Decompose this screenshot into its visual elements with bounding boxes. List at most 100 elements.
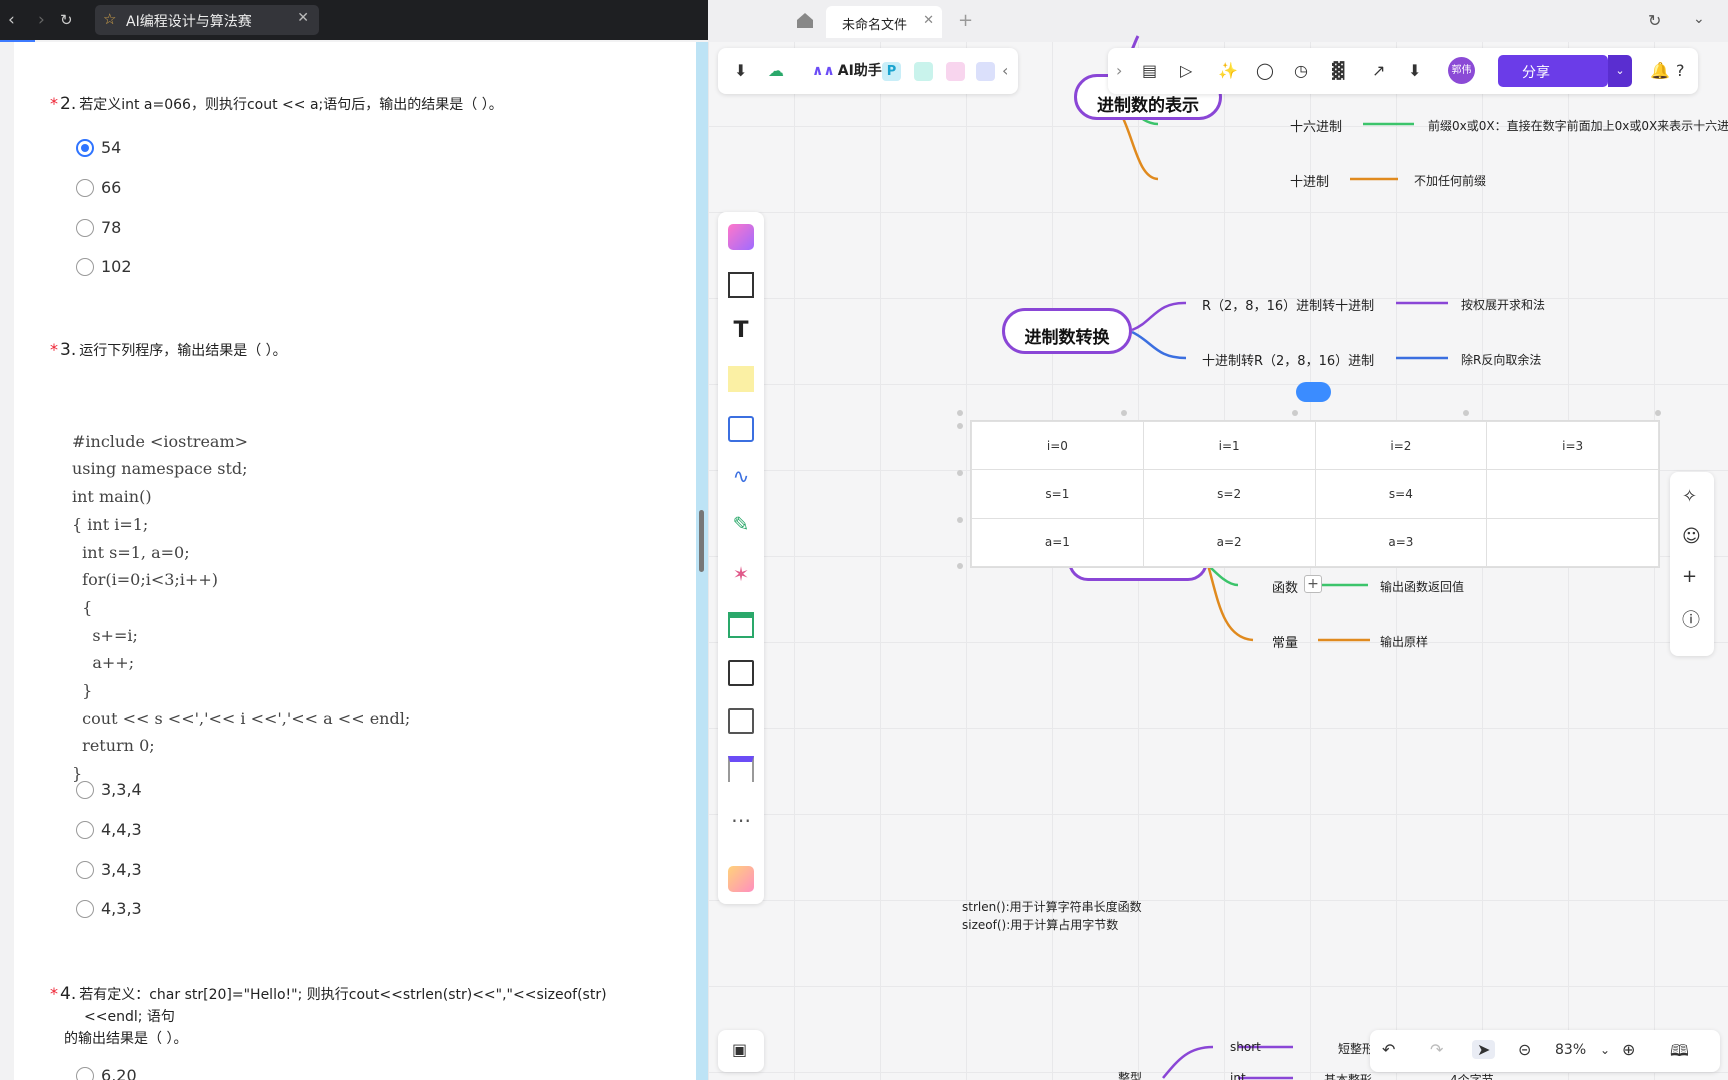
table-cell[interactable] [1486, 517, 1659, 568]
branch-constant-desc[interactable]: 输出原样 [1380, 633, 1428, 650]
table-cell[interactable]: s=1 [971, 469, 1144, 519]
browser-tab[interactable]: ☆ AI编程设计与算法赛 ✕ [95, 5, 319, 35]
reload-icon[interactable]: ↻ [60, 11, 73, 29]
plus-icon[interactable]: + [1682, 566, 1697, 587]
minimap-icon[interactable]: ▣ [732, 1040, 747, 1059]
table-cell[interactable]: a=3 [1314, 517, 1488, 568]
radio[interactable] [76, 820, 94, 839]
table-cell[interactable]: s=4 [1314, 469, 1488, 519]
radio[interactable] [76, 1066, 94, 1080]
radio[interactable] [76, 257, 94, 276]
zoom-level[interactable]: 83% [1555, 1042, 1586, 1058]
help-icon[interactable]: ? [1676, 61, 1685, 80]
option-54[interactable]: 54 [76, 138, 121, 157]
table-cell[interactable]: i=0 [971, 420, 1144, 471]
data-table[interactable]: i=0 i=1 i=2 i=3 s=1 s=2 s=4 a=1 a=2 a=3 [970, 420, 1660, 568]
topic-integer[interactable]: 整型 [1118, 1069, 1142, 1080]
radio[interactable] [76, 860, 94, 879]
redo-icon[interactable]: ↷ [1430, 1040, 1443, 1059]
branch-dec[interactable]: 十进制 [1290, 171, 1329, 190]
more-down-icon[interactable]: ⬇ [1408, 61, 1421, 80]
share-button[interactable]: 分享 [1498, 55, 1608, 87]
comment-icon[interactable] [976, 62, 995, 81]
add-node-icon[interactable]: + [1304, 575, 1322, 593]
option-a[interactable]: 3,3,4 [76, 780, 142, 799]
share-dropdown-icon[interactable]: ⌄ [1608, 55, 1632, 87]
branch-conv-from-dec-desc[interactable]: 除R反向取余法 [1461, 351, 1541, 368]
more-icon[interactable]: ⋯ [728, 808, 754, 834]
option-a[interactable]: 6,20 [76, 1066, 137, 1080]
mindmap-icon[interactable] [946, 62, 965, 81]
select-cursor-icon[interactable]: ➤ [1472, 1040, 1496, 1059]
option-d[interactable]: 4,3,3 [76, 899, 142, 918]
resize-handle[interactable] [957, 470, 963, 476]
timer-icon[interactable]: ◷ [1294, 61, 1308, 80]
sticky-note-icon[interactable] [728, 366, 754, 392]
branch-function-desc[interactable]: 输出函数返回值 [1380, 578, 1464, 595]
close-icon[interactable]: ✕ [297, 10, 309, 26]
branch-conv-to-dec-desc[interactable]: 按权展开求和法 [1461, 296, 1545, 313]
forward-icon[interactable]: › [38, 10, 45, 30]
note-sizeof[interactable]: sizeof():用于计算占用字节数 [962, 916, 1118, 933]
chevron-right-icon[interactable]: › [1116, 61, 1122, 80]
branch-int-desc[interactable]: 基本整形 [1324, 1071, 1372, 1080]
branch-short-desc[interactable]: 短整形 [1338, 1040, 1374, 1057]
branch-hex[interactable]: 十六进制 [1290, 116, 1342, 135]
resize-handle[interactable] [957, 517, 963, 523]
branch-conv-from-dec[interactable]: 十进制转R（2，8，16）进制 [1202, 350, 1374, 369]
option-b[interactable]: 4,4,3 [76, 820, 142, 839]
resize-handle[interactable] [957, 563, 963, 569]
magic-icon[interactable]: ✧ [1682, 486, 1697, 507]
radio[interactable] [76, 780, 94, 799]
list-icon[interactable] [728, 708, 754, 734]
branch-conv-to-dec[interactable]: R（2，8，16）进制转十进制 [1202, 295, 1374, 314]
branch-constant[interactable]: 常量 [1272, 632, 1298, 651]
resize-handle[interactable] [957, 410, 963, 416]
back-icon[interactable]: ‹ [8, 10, 15, 30]
text-box-icon[interactable] [728, 660, 754, 686]
branch-int-bytes[interactable]: 4个字节 [1450, 1071, 1494, 1080]
kanban-icon[interactable] [728, 756, 754, 782]
table-cell[interactable]: i=1 [1142, 420, 1316, 471]
chevron-left-icon[interactable]: ‹ [1002, 61, 1008, 80]
radio[interactable] [76, 899, 94, 918]
branch-hex-desc[interactable]: 前缀0x或0X：直接在数字前面加上0x或0X来表示十六进制 [1428, 117, 1728, 134]
resize-handle[interactable] [957, 423, 963, 429]
branch-short[interactable]: short [1230, 1040, 1261, 1054]
option-78[interactable]: 78 [76, 218, 121, 237]
mindmap-tool-icon[interactable]: ✶ [728, 562, 754, 588]
vote-icon[interactable]: ▓ [1332, 61, 1344, 80]
branch-function[interactable]: 函数 [1272, 577, 1298, 596]
chevron-down-icon[interactable]: ⌄ [1600, 1043, 1610, 1057]
radio[interactable] [76, 178, 94, 197]
table-cell[interactable]: s=2 [1142, 469, 1316, 519]
shape-icon[interactable] [728, 416, 754, 442]
avatar[interactable]: 郭伟 [1448, 57, 1475, 84]
bell-icon[interactable]: 🔔 [1650, 61, 1670, 80]
table-icon[interactable] [728, 612, 754, 638]
ai-assistant-button[interactable]: ∧∧ AI助手 [812, 60, 882, 80]
apps-icon[interactable] [728, 866, 754, 892]
play-icon[interactable]: ▷ [1180, 61, 1192, 80]
zoom-out-icon[interactable]: ⊝ [1518, 1040, 1531, 1059]
resize-handle[interactable] [1655, 410, 1661, 416]
resize-handle[interactable] [1292, 410, 1298, 416]
table-cell[interactable]: a=1 [971, 517, 1144, 568]
resize-handle[interactable] [1463, 410, 1469, 416]
radio-selected[interactable] [76, 138, 94, 157]
info-icon[interactable]: ⓘ [1682, 606, 1700, 632]
material-icon[interactable] [728, 224, 754, 250]
collapse-icon[interactable]: ⬇ [734, 61, 747, 80]
note-strlen[interactable]: strlen():用于计算字符串长度函数 [962, 898, 1142, 915]
table-cell[interactable]: a=2 [1142, 517, 1316, 568]
radio[interactable] [76, 218, 94, 237]
option-66[interactable]: 66 [76, 178, 121, 197]
celebrate-icon[interactable]: ✨ [1218, 61, 1238, 80]
chat-icon[interactable]: ◯ [1256, 61, 1274, 80]
frame-icon[interactable] [728, 272, 754, 298]
emoji-icon[interactable]: ☺ [1682, 526, 1701, 547]
pen-icon[interactable]: ✎ [728, 512, 754, 538]
flow-icon[interactable] [914, 62, 933, 81]
pane-resize-handle[interactable] [699, 510, 704, 572]
laser-icon[interactable]: ↗ [1372, 61, 1385, 80]
